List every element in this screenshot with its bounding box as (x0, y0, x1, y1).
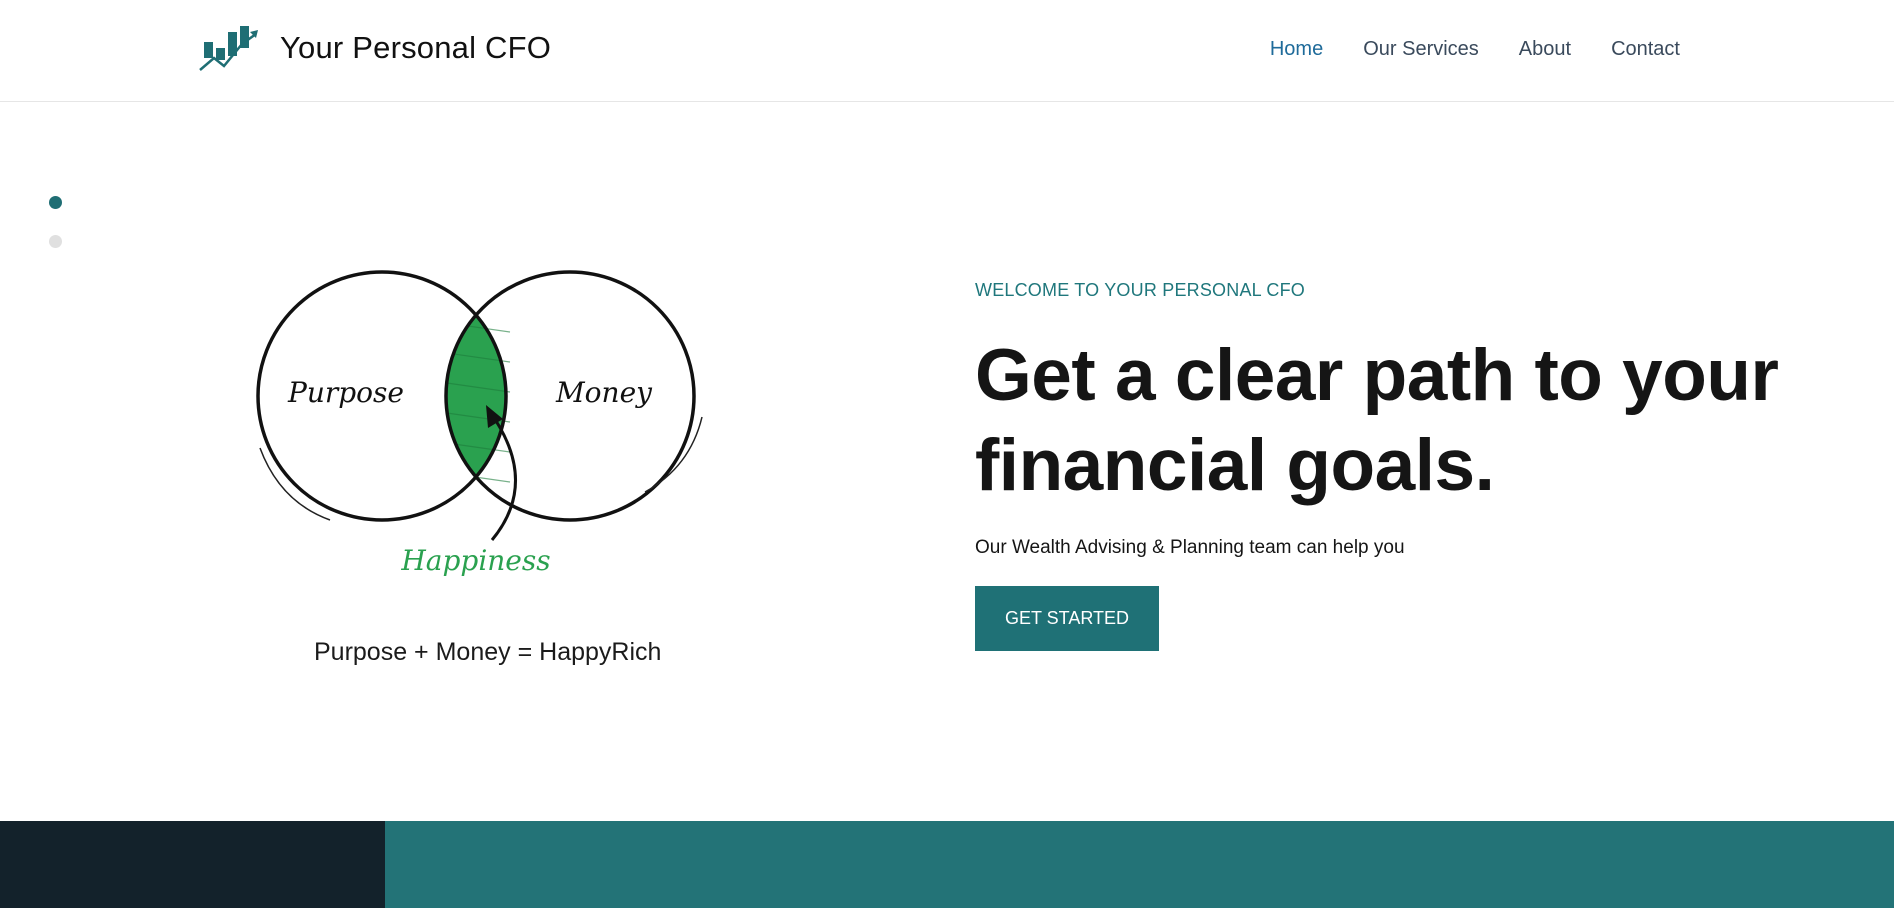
nav-home[interactable]: Home (1270, 38, 1323, 61)
headline-line-1: Get a clear path to your (975, 335, 1779, 416)
happiness-label: Happiness (400, 544, 550, 577)
headline-line-2: financial goals. (975, 425, 1495, 506)
hero-content: WELCOME TO YOUR PERSONAL CFO Get a clear… (975, 280, 1795, 651)
footer-band-dark (0, 821, 385, 908)
venn-diagram-illustration: Purpose Money Happiness (256, 270, 703, 577)
nav-contact[interactable]: Contact (1611, 38, 1680, 61)
footer-band-teal (385, 821, 1894, 908)
purpose-label: Purpose (287, 376, 404, 409)
money-label: Money (555, 376, 653, 409)
get-started-button[interactable]: GET STARTED (975, 586, 1159, 651)
main-nav: Home Our Services About Contact (1230, 38, 1680, 61)
rising-bar-chart-arrow-icon (199, 26, 258, 71)
hero-subtext: Our Wealth Advising & Planning team can … (975, 537, 1405, 558)
slider-pagination (49, 196, 62, 274)
hero-kicker: WELCOME TO YOUR PERSONAL CFO (975, 280, 1305, 300)
logo[interactable]: Your Personal CFO (198, 22, 551, 74)
brand-name: Your Personal CFO (280, 30, 552, 65)
slide-dot-2[interactable] (49, 235, 62, 248)
illustration-caption: Purpose + Money = HappyRich (314, 638, 662, 666)
site-header: Your Personal CFO Home Our Services Abou… (0, 0, 1894, 102)
nav-about[interactable]: About (1519, 38, 1571, 61)
slide-dot-1[interactable] (49, 196, 62, 209)
hero-headline: Get a clear path to your financial goals… (975, 331, 1795, 511)
nav-our-services[interactable]: Our Services (1363, 38, 1479, 61)
